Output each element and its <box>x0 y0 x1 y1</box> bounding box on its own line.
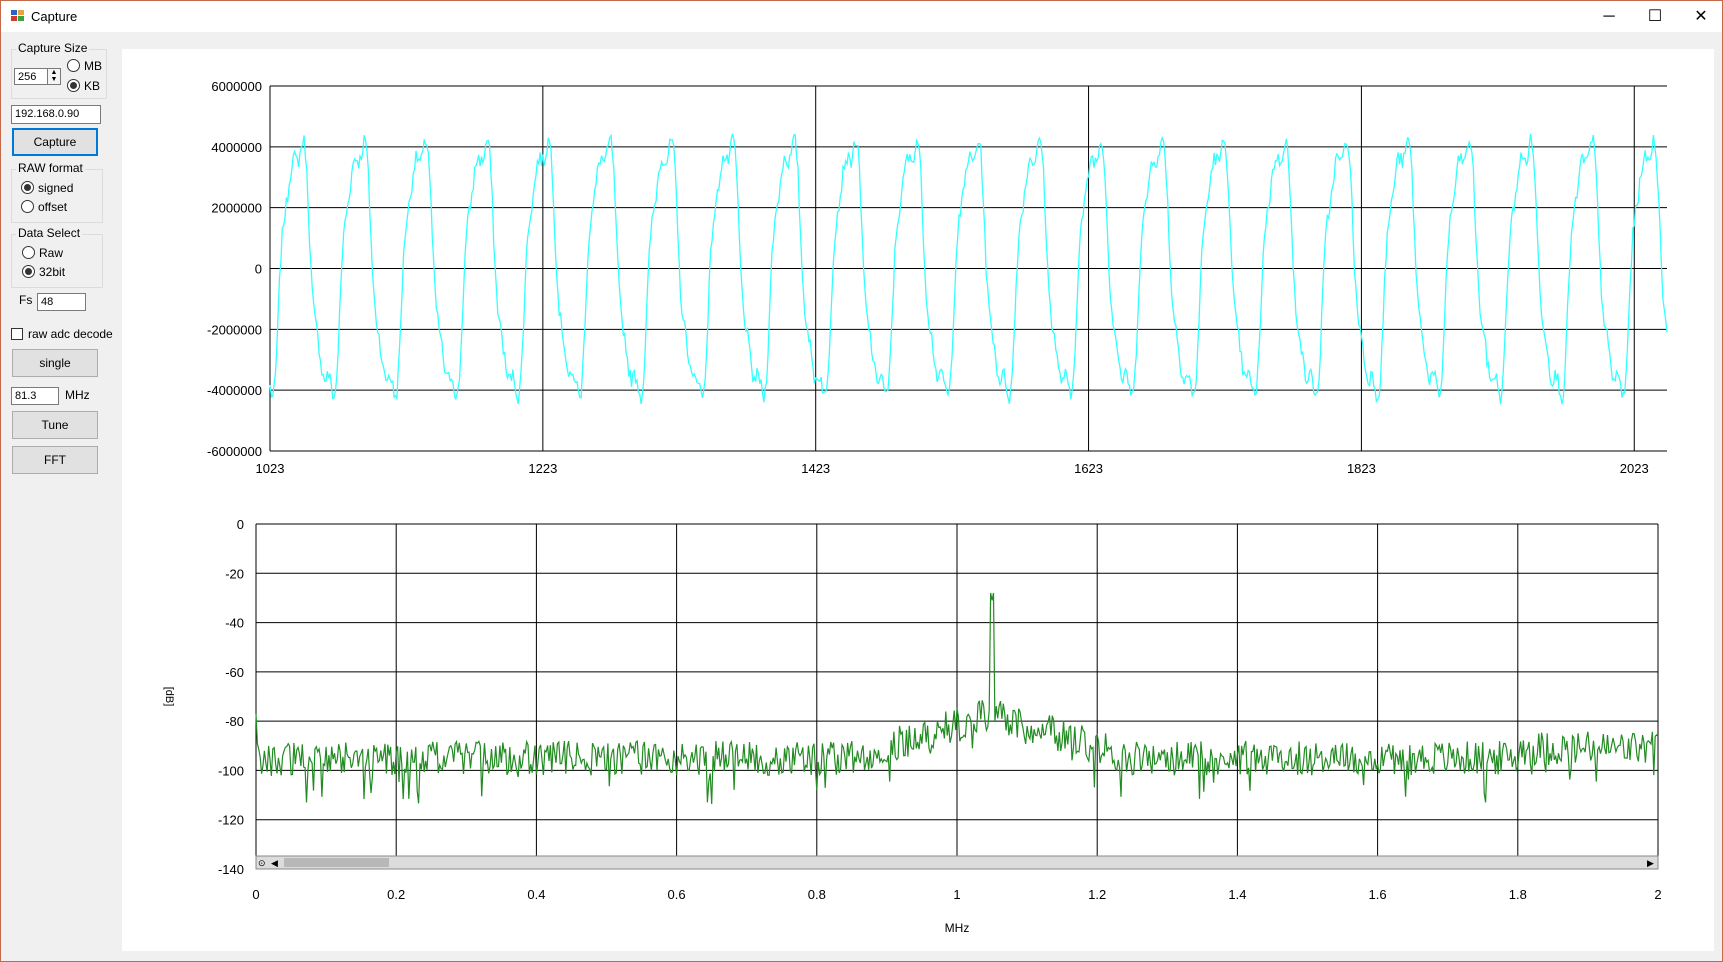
waveform-y-tick-label: 4000000 <box>211 140 262 155</box>
single-button[interactable]: single <box>12 349 98 377</box>
capture-size-label: Capture Size <box>16 41 90 55</box>
spectrum-scrollbar <box>255 855 1659 870</box>
waveform-x-tick-label: 1023 <box>256 461 285 476</box>
spectrum-chart: 0 -20 -40 -60 -80 -100 -120 -140 0 0.2 0.4 0.6 0.8 1 1… <box>163 517 1662 935</box>
spectrum-y-tick-label: 0 <box>237 517 244 532</box>
waveform-y-tick-label: -2000000 <box>207 322 262 337</box>
spectrum-y-tick-label: -20 <box>225 566 244 581</box>
capture-size-stepper[interactable]: ▲ ▼ <box>47 68 61 85</box>
spectrum-x-tick-label: 0.4 <box>527 887 545 902</box>
minimize-button[interactable]: ─ <box>1586 1 1632 32</box>
spectrum-x-tick-label: 1 <box>953 887 960 902</box>
waveform-y-tick-label: -6000000 <box>207 444 262 459</box>
data-select-group <box>11 234 103 288</box>
ip-address-input[interactable]: 192.168.0.90 <box>11 105 101 124</box>
raw-format-signed[interactable]: signed <box>21 181 73 195</box>
app-window-icon <box>11 10 24 21</box>
spectrum-scrollbar-thumb <box>284 858 389 867</box>
spectrum-y-tick-label: -40 <box>225 616 244 631</box>
spectrum-x-tick-label: 1.2 <box>1088 887 1106 902</box>
waveform-chart: 6000000 4000000 2000000 0 -2000000 -4000000 -6… <box>207 79 1668 476</box>
spectrum-y-tick-label: -120 <box>218 813 244 828</box>
scrollbar-zoom-icon: ⊙ <box>258 858 266 868</box>
waveform-x-tick-label: 1623 <box>1074 461 1103 476</box>
fs-input[interactable]: 48 <box>37 293 86 311</box>
scrollbar-right-arrow-icon: ▶ <box>1647 858 1654 868</box>
capture-button[interactable]: Capture <box>12 128 98 156</box>
close-button[interactable]: ✕ <box>1678 1 1723 32</box>
title-bar[interactable]: Capture ─ ☐ ✕ <box>1 1 1722 32</box>
raw-format-label: RAW format <box>16 161 85 175</box>
spectrum-y-axis-label: [dB] <box>163 687 175 707</box>
waveform-y-tick-label: -4000000 <box>207 383 262 398</box>
capture-window: Capture ─ ☐ ✕ Capture Size 256 ▲ ▼ MB KB … <box>0 0 1723 962</box>
capture-size-input[interactable]: 256 <box>14 68 48 85</box>
waveform-x-tick-label: 2023 <box>1620 461 1649 476</box>
spectrum-y-tick-label: -140 <box>218 862 244 877</box>
spectrum-x-tick-label: 0.8 <box>808 887 826 902</box>
waveform-x-tick-label: 1223 <box>528 461 557 476</box>
data-select-label: Data Select <box>16 226 83 240</box>
spectrum-x-tick-label: 0.2 <box>387 887 405 902</box>
tune-button[interactable]: Tune <box>12 411 98 439</box>
spectrum-x-tick-label: 0.6 <box>668 887 686 902</box>
data-select-32bit[interactable]: 32bit <box>22 265 65 279</box>
window-title: Capture <box>31 9 78 24</box>
waveform-y-tick-label: 2000000 <box>211 201 262 216</box>
fs-label: Fs <box>19 293 33 307</box>
frequency-input[interactable]: 81.3 <box>11 387 59 405</box>
raw-format-group <box>11 169 103 223</box>
raw-adc-decode-checkbox[interactable] <box>11 328 23 340</box>
fft-button[interactable]: FFT <box>12 446 98 474</box>
waveform-y-tick-label: 0 <box>255 262 262 277</box>
unit-radio-kb[interactable]: KB <box>67 79 100 93</box>
spectrum-x-tick-label: 1.6 <box>1369 887 1387 902</box>
data-select-raw[interactable]: Raw <box>22 246 63 260</box>
raw-adc-decode-label: raw adc decode <box>28 327 113 341</box>
maximize-button[interactable]: ☐ <box>1632 1 1678 32</box>
spectrum-x-axis-label: MHz <box>945 921 970 935</box>
scrollbar-left-arrow-icon: ◀ <box>271 858 278 868</box>
spectrum-x-tick-label: 1.8 <box>1509 887 1527 902</box>
spectrum-y-tick-label: -60 <box>225 665 244 680</box>
spectrum-y-tick-label: -100 <box>218 763 244 778</box>
unit-radio-mb[interactable]: MB <box>67 59 102 73</box>
frequency-unit-label: MHz <box>65 388 90 402</box>
spectrum-x-tick-label: 1.4 <box>1228 887 1246 902</box>
waveform-y-tick-label: 6000000 <box>211 79 262 94</box>
waveform-x-tick-label: 1823 <box>1347 461 1376 476</box>
charts-svg: 6000000 4000000 2000000 0 -2000000 -4000000 -6… <box>163 79 1668 935</box>
spectrum-x-tick-label: 2 <box>1654 887 1661 902</box>
spectrum-x-tick-label: 0 <box>252 887 259 902</box>
raw-format-offset[interactable]: offset <box>21 200 67 214</box>
chart-panel: 6000000 4000000 2000000 0 -2000000 -4000000 -6… <box>122 49 1714 951</box>
waveform-x-tick-label: 1423 <box>801 461 830 476</box>
spectrum-y-tick-label: -80 <box>225 714 244 729</box>
